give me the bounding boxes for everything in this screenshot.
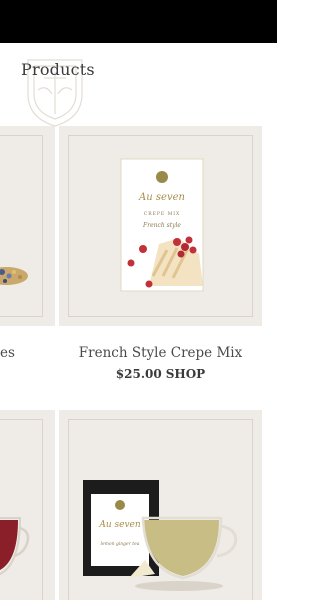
top-bar xyxy=(0,0,277,43)
product-card[interactable] xyxy=(0,126,55,326)
product-price: $25.00 xyxy=(115,367,162,381)
svg-text:lemon ginger tea: lemon ginger tea xyxy=(101,541,140,547)
crepe-mix-box-image: Au seven CREPE MIX French style xyxy=(120,158,204,292)
tea-tin-and-cup-image: Au seven lemon ginger tea xyxy=(83,480,238,591)
svg-text:Au seven: Au seven xyxy=(98,520,141,530)
section-title: Products xyxy=(21,60,95,79)
product-price-row: $25.00 SHOP xyxy=(59,367,262,381)
dried-flowers-image xyxy=(0,267,28,285)
product-card[interactable] xyxy=(0,410,55,600)
product-card-tea[interactable]: Au seven lemon ginger tea xyxy=(59,410,262,600)
svg-text:Au seven: Au seven xyxy=(138,192,185,203)
product-name[interactable]: es xyxy=(0,345,15,361)
svg-text:CREPE MIX: CREPE MIX xyxy=(144,211,180,217)
tea-cup-image xyxy=(0,517,30,575)
shop-link[interactable]: SHOP xyxy=(166,367,205,381)
svg-text:French style: French style xyxy=(142,222,181,229)
product-name[interactable]: French Style Crepe Mix xyxy=(59,345,262,361)
product-card-crepe-mix[interactable]: Au seven CREPE MIX French style xyxy=(59,126,262,326)
